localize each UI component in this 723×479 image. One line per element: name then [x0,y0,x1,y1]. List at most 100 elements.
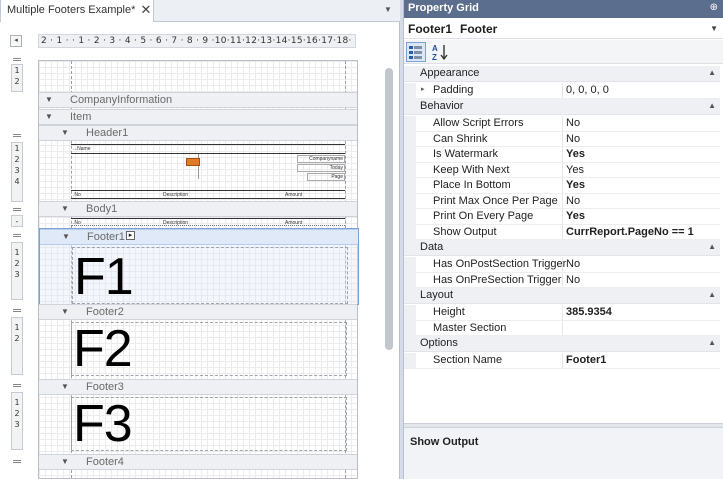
collapse-icon[interactable]: ▼ [61,382,69,391]
chevron-up-icon[interactable]: ▲ [708,290,716,299]
property-value[interactable]: 0, 0, 0, 0 [566,84,609,96]
collapse-icon[interactable]: ▼ [61,457,69,466]
chevron-up-icon[interactable]: ▲ [708,101,716,110]
vertical-ruler-top: 1 2 [11,64,23,92]
property-value[interactable]: Yes [566,179,585,191]
chevron-up-icon[interactable]: ▲ [708,242,716,251]
category-layout[interactable]: Layout ▲ [404,288,720,304]
expand-icon[interactable]: ▸ [421,85,425,93]
ruler-grip-icon[interactable] [13,309,21,312]
today-field: Today [329,165,343,171]
property-grid-panel: Property Grid ⊕ Footer1 Footer ▼ A Z App… [403,0,723,479]
scrollbar-thumb[interactable] [385,68,393,350]
band-companyinformation[interactable]: ▼ CompanyInformation [39,92,357,108]
ruler-unit-button[interactable]: ◂ [10,35,22,47]
row-gutter [404,83,416,98]
report-page-canvas[interactable]: ▼ CompanyInformation ▼ Item ▼ Header1 ..… [38,60,359,479]
page-box[interactable]: Page [307,173,345,181]
property-row-print-on-every-page[interactable]: Print On Every Page Yes [404,209,720,225]
property-value[interactable]: Yes [566,148,585,160]
company-name-box[interactable]: Companyname [297,155,345,163]
property-value[interactable]: Yes [566,210,585,222]
property-row-section-name[interactable]: Section Name Footer1 [404,353,720,369]
property-row-keep-with-next[interactable]: Keep With Next Yes [404,162,720,178]
column-divider [562,162,563,177]
pin-icon[interactable]: ⊕ [710,2,718,13]
ruler-grip-icon[interactable] [13,134,21,137]
band-label: Footer2 [86,306,124,318]
ruler-grip-icon[interactable] [13,58,21,61]
collapse-icon[interactable]: ▼ [61,307,69,316]
category-behavior[interactable]: Behavior ▲ [404,99,720,115]
band-footer4[interactable]: ▼ Footer4 [39,454,357,470]
property-row-master-section[interactable]: Master Section [404,320,720,336]
band-body1[interactable]: ▼ Body1 [39,201,357,217]
collapse-icon[interactable]: ▼ [61,204,69,213]
property-row-padding[interactable]: ▸ Padding 0, 0, 0, 0 [404,83,720,99]
footer1-section-selected[interactable]: ▼ Footer1 ▸ F1 [39,228,359,305]
categorized-button[interactable] [406,42,426,62]
object-selector-dropdown[interactable]: Footer1 Footer ▼ [404,19,723,39]
row-gutter [404,178,416,193]
property-value[interactable]: 385.9354 [566,306,612,318]
property-row-print-max-once-per-page[interactable]: Print Max Once Per Page No [404,193,720,209]
collapse-icon[interactable]: ▼ [45,95,53,104]
sort-alphabetical-button[interactable]: A Z [430,42,450,62]
close-icon[interactable]: ✕ [139,2,153,18]
property-value[interactable]: Footer1 [566,354,606,366]
band-item[interactable]: ▼ Item [39,109,357,125]
ruler-grip-icon[interactable] [13,208,21,211]
category-options[interactable]: Options ▲ [404,336,720,352]
ruler-grip-icon[interactable] [13,460,21,463]
property-row-place-in-bottom[interactable]: Place In Bottom Yes [404,178,720,194]
today-box[interactable]: Today [297,164,345,172]
band-label: Header1 [86,127,129,139]
property-row-has-onpostsection-trigger[interactable]: Has OnPostSection Trigger No [404,257,720,273]
category-label: Layout [420,289,454,301]
property-row-allow-script-errors[interactable]: Allow Script Errors No [404,116,720,132]
header-columns-row[interactable]: .No Description Amount [71,190,345,199]
property-value[interactable]: No [566,117,580,129]
row-gutter [404,320,416,335]
chevron-up-icon[interactable]: ▲ [708,338,716,347]
category-appearance[interactable]: Appearance ▲ [404,66,720,82]
property-name: Has OnPostSection Trigger [433,258,567,270]
property-value[interactable]: No [566,258,580,270]
property-value[interactable]: No [566,195,580,207]
image-field-icon[interactable] [186,158,200,166]
property-value[interactable]: No [566,133,580,145]
document-tab[interactable]: Multiple Footers Example* ✕ [0,0,154,22]
chevron-up-icon[interactable]: ▲ [708,68,716,77]
smart-tag-icon[interactable]: ▸ [126,231,135,240]
property-value[interactable]: Yes [566,164,584,176]
property-value[interactable]: CurrReport.PageNo == 1 [566,226,694,238]
collapse-icon[interactable]: ▼ [62,232,70,241]
property-row-can-shrink[interactable]: Can Shrink No [404,131,720,147]
band-footer3[interactable]: ▼ Footer3 [39,379,357,395]
footer1-text[interactable]: F1 [74,251,134,303]
category-data[interactable]: Data ▲ [404,240,720,256]
ruler-grip-icon[interactable] [13,384,21,387]
band-footer2[interactable]: ▼ Footer2 [39,304,357,320]
ruler-grip-icon[interactable] [13,234,21,237]
collapse-icon[interactable]: ▼ [61,128,69,137]
band-footer1[interactable]: ▼ Footer1 ▸ [40,229,358,245]
tab-dropdown-icon[interactable]: ▼ [382,5,394,15]
column-divider [562,193,563,208]
property-row-is-watermark[interactable]: Is Watermark Yes [404,147,720,163]
property-row-height[interactable]: Height 385.9354 [404,305,720,321]
footer3-text[interactable]: F3 [73,398,133,450]
row-gutter [404,131,416,146]
company-name-field: Companyname [309,156,343,162]
property-value[interactable]: No [566,274,580,286]
property-row-has-onpresection-trigger[interactable]: Has OnPreSection Trigger No [404,272,720,288]
property-row-show-output[interactable]: Show Output CurrReport.PageNo == 1 [404,224,720,240]
chevron-down-icon[interactable]: ▼ [710,24,718,33]
collapse-icon[interactable]: ▼ [45,112,53,121]
body1-columns-row[interactable]: .No Description Amount [71,218,345,226]
footer2-text[interactable]: F2 [73,323,133,375]
header-name-row[interactable]: ...Name [71,144,345,154]
property-name: Place In Bottom [433,179,511,191]
body-col-description: Description [163,220,189,226]
band-header1[interactable]: ▼ Header1 [39,125,357,141]
